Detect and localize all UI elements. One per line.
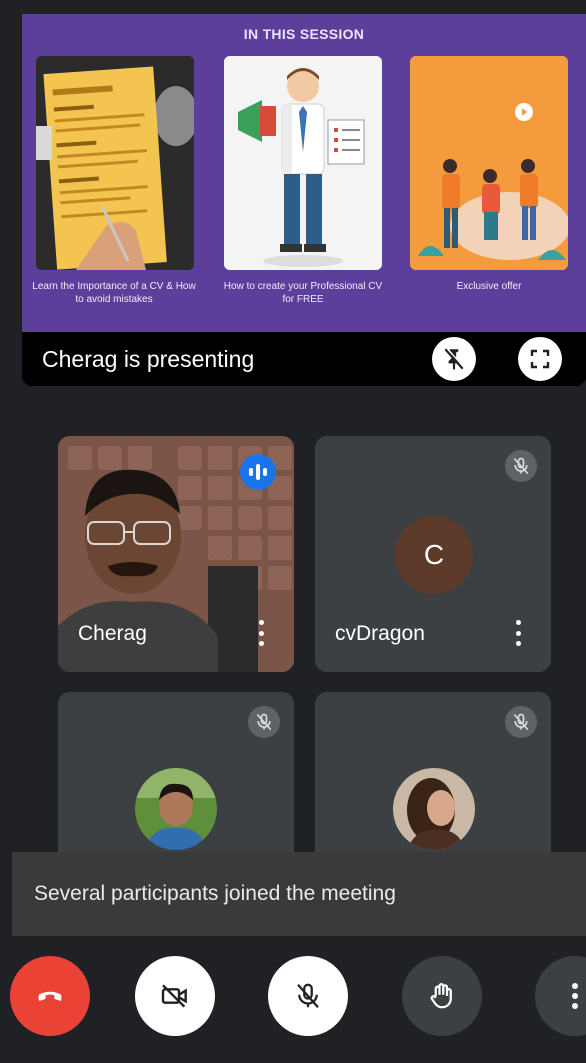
snackbar: Several participants joined the meeting xyxy=(12,852,586,936)
fullscreen-icon xyxy=(530,349,550,369)
participant-name: cvDragon xyxy=(335,622,425,645)
slide-card-caption: Learn the Importance of a CV & How to av… xyxy=(32,281,196,305)
mic-toggle-button[interactable] xyxy=(268,956,348,1036)
slide-card-caption: Exclusive offer xyxy=(456,281,522,292)
unpin-button[interactable] xyxy=(432,337,476,381)
camera-off-icon xyxy=(161,984,187,1008)
avatar: C xyxy=(395,516,473,594)
more-vert-icon[interactable] xyxy=(258,620,264,646)
avatar xyxy=(135,768,217,850)
snackbar-message: Several participants joined the meeting xyxy=(34,882,396,905)
speaking-indicator-icon xyxy=(240,454,276,490)
more-vert-icon xyxy=(572,983,578,1009)
mic-off-icon xyxy=(297,983,319,1008)
raise-hand-button[interactable] xyxy=(402,956,482,1036)
slide-card-offer-illustration xyxy=(410,56,568,270)
presentation-panel[interactable]: IN THIS SESSION Learn the Importance of … xyxy=(22,14,586,386)
more-vert-icon[interactable] xyxy=(515,620,521,646)
avatar xyxy=(393,768,475,850)
participant-name: Cherag xyxy=(78,622,147,645)
unpin-icon xyxy=(444,347,465,370)
slide-title: IN THIS SESSION xyxy=(243,26,365,42)
end-call-button[interactable] xyxy=(10,956,90,1036)
fullscreen-button[interactable] xyxy=(518,337,562,381)
phone-hangup-icon xyxy=(38,991,62,1001)
slide-card-caption: How to create your Professional CV for F… xyxy=(223,281,383,305)
participant-tile-cherag[interactable]: Cherag xyxy=(58,436,294,672)
call-controls-bar xyxy=(0,936,586,1063)
presenting-bar: Cherag is presenting xyxy=(22,332,586,386)
slide-card-cv-image xyxy=(36,56,194,270)
raise-hand-icon xyxy=(430,983,452,1009)
presenting-label: Cherag is presenting xyxy=(42,346,255,372)
meet-call-screen: IN THIS SESSION Learn the Importance of … xyxy=(0,0,586,1063)
more-options-button[interactable] xyxy=(535,956,586,1036)
camera-toggle-button[interactable] xyxy=(135,956,215,1036)
mic-off-icon xyxy=(505,706,537,738)
slide-card-presenter-illustration xyxy=(224,56,382,270)
shared-slide: IN THIS SESSION Learn the Importance of … xyxy=(22,14,586,332)
mic-off-icon xyxy=(505,450,537,482)
participant-tile-cvdragon[interactable]: C cvDragon xyxy=(315,436,551,672)
mic-off-icon xyxy=(248,706,280,738)
